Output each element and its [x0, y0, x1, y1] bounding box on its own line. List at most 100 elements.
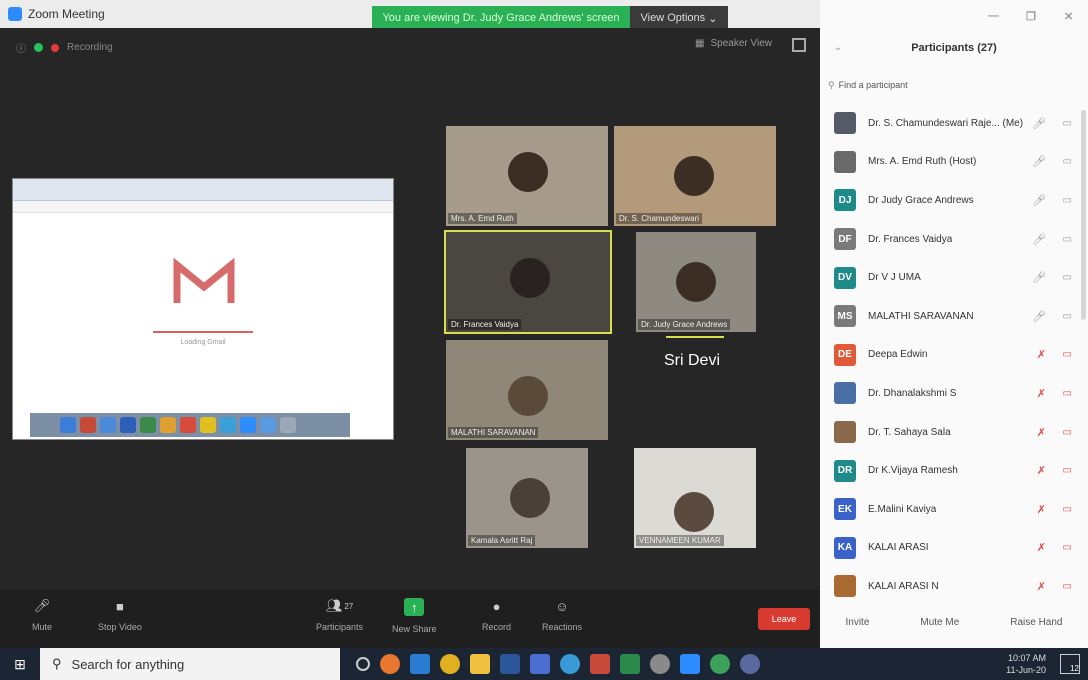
participant-row[interactable]: EK E.Malini Kaviya ✗ ▭	[820, 490, 1088, 529]
participant-video	[676, 262, 716, 302]
participant-row[interactable]: Dr. Dhanalakshmi S ✗ ▭	[820, 374, 1088, 413]
close-icon[interactable]: ✕	[1064, 10, 1073, 23]
screen-share-banner: You are viewing Dr. Judy Grace Andrews' …	[372, 6, 630, 30]
mute-button[interactable]: 🎤︎ Mute	[32, 598, 52, 632]
video-camera-icon: ▭	[1062, 156, 1072, 168]
participant-row[interactable]: DE Deepa Edwin ✗ ▭	[820, 336, 1088, 375]
participant-name: Dr K.Vijaya Ramesh	[868, 465, 958, 477]
participant-row[interactable]: Dr. T. Sahaya Sala ✗ ▭	[820, 413, 1088, 452]
windows-start-icon[interactable]: ⊞	[0, 648, 40, 680]
minimize-icon[interactable]: —	[988, 10, 999, 22]
tile-name: Dr. Frances Vaidya	[448, 319, 522, 330]
participant-row[interactable]: DR Dr K.Vijaya Ramesh ✗ ▭	[820, 451, 1088, 490]
share-screen-button[interactable]: ↑ New Share	[392, 598, 437, 634]
stop-video-button[interactable]: ■ Stop Video	[98, 598, 142, 633]
whatsapp-icon[interactable]	[710, 654, 730, 674]
video-tile[interactable]: VENNAMEEN KUMAR	[634, 448, 756, 548]
photos-icon	[160, 417, 176, 433]
fullscreen-icon[interactable]	[792, 38, 806, 52]
chrome-icon	[200, 417, 216, 433]
participant-row[interactable]: KALAI ARASI N ✗ ▭	[820, 567, 1088, 606]
taskbar-search-placeholder: Search for anything	[71, 656, 185, 672]
tile-name: Mrs. A. Emd Ruth	[448, 213, 517, 224]
tile-name: MALATHI SARAVANAN	[448, 427, 539, 438]
reactions-button[interactable]: ☺ Reactions	[542, 598, 582, 633]
recording-dot-icon	[51, 43, 59, 52]
calculator-icon[interactable]	[530, 654, 550, 674]
video-tile-active-speaker[interactable]: Dr. Frances Vaidya	[444, 230, 612, 334]
media-icon[interactable]	[650, 654, 670, 674]
powerpoint-taskbar-icon[interactable]	[590, 654, 610, 674]
record-button[interactable]: ● Record	[482, 598, 511, 633]
find-participant-field[interactable]: ⚲ Find a participant	[828, 76, 1078, 94]
record-icon: ●	[492, 598, 501, 614]
view-options-button[interactable]: View Options ⌄	[630, 6, 728, 30]
zoom-taskbar-icon[interactable]	[680, 654, 700, 674]
messages-icon	[260, 417, 276, 433]
speaker-view-toggle[interactable]: ▦ Speaker View	[695, 38, 772, 49]
video-tile[interactable]: Mrs. A. Emd Ruth	[446, 126, 608, 226]
invite-button[interactable]: Invite	[845, 617, 869, 628]
participant-row[interactable]: DJ Dr Judy Grace Andrews 🎤︎ ▭	[820, 181, 1088, 220]
leave-button[interactable]: Leave	[758, 608, 810, 630]
participants-button[interactable]: 👥︎ 27 Participants	[316, 598, 363, 632]
system-clock[interactable]: 10:07 AM 11-Jun-20	[1006, 652, 1046, 676]
raise-hand-button[interactable]: Raise Hand	[1010, 617, 1062, 628]
microphone-muted-icon: ✗	[1036, 387, 1046, 400]
participant-row[interactable]: Mrs. A. Emd Ruth (Host) 🎤︎ ▭	[820, 143, 1088, 182]
participant-row[interactable]: KA KALAI ARASI ✗ ▭	[820, 529, 1088, 568]
video-tile[interactable]: Dr. Judy Grace Andrews	[636, 232, 756, 332]
window-title: Zoom Meeting	[28, 7, 105, 21]
excel-icon	[140, 417, 156, 433]
notification-icon[interactable]: 12	[1060, 654, 1080, 674]
microphone-muted-icon: ✗	[1036, 542, 1046, 555]
participant-row[interactable]: DF Dr. Frances Vaidya 🎤︎ ▭	[820, 220, 1088, 259]
shared-screen[interactable]: Loading Gmail	[12, 178, 394, 440]
tile-name: Dr. Judy Grace Andrews	[638, 319, 731, 330]
video-tile[interactable]: Kamala Asritt Raj	[466, 448, 588, 548]
microphone-icon: 🎤︎	[33, 598, 51, 613]
trash-icon	[280, 417, 296, 433]
excel-taskbar-icon[interactable]	[620, 654, 640, 674]
microphone-icon: 🎤︎	[1032, 194, 1046, 207]
meeting-toolbar: 🎤︎ Mute ■ Stop Video 👥︎ 27 Participants ↑…	[0, 590, 820, 648]
restore-icon[interactable]: ❐	[1026, 10, 1036, 23]
participants-panel: — ❐ ✕ ⌄ Participants (27) ⚲ Find a parti…	[820, 0, 1088, 648]
find-participant-placeholder: Find a participant	[838, 80, 908, 90]
globe-icon[interactable]	[560, 654, 580, 674]
video-off-icon: ▭	[1062, 349, 1072, 361]
participant-video	[508, 152, 548, 192]
participant-name: KALAI ARASI N	[868, 580, 939, 592]
view-options-label: View Options	[640, 12, 706, 24]
info-icon[interactable]: ⓘ	[16, 40, 26, 55]
share-screen-label: New Share	[392, 624, 437, 634]
firefox-icon[interactable]	[380, 654, 400, 674]
participant-video	[510, 478, 550, 518]
clock-time: 10:07 AM	[1007, 653, 1046, 663]
taskbar-search[interactable]: ⚲ Search for anything	[40, 648, 340, 680]
avatar: MS	[834, 305, 856, 328]
store-icon[interactable]	[500, 654, 520, 674]
avatar	[834, 382, 856, 405]
zoom-dock-icon	[240, 417, 256, 433]
participant-row[interactable]: DV Dr V J UMA 🎤︎ ▭	[820, 258, 1088, 297]
safari-icon	[100, 417, 116, 433]
video-tile[interactable]: Dr. S. Chamundeswari	[614, 126, 776, 226]
cortana-icon[interactable]	[356, 657, 370, 671]
participant-video	[674, 156, 714, 196]
participant-row[interactable]: Dr. S. Chamundeswari Raje... (Me) 🎤︎ ▭	[820, 104, 1088, 143]
chrome-alt-icon[interactable]	[740, 654, 760, 674]
speaking-indicator	[666, 336, 724, 338]
edge-icon[interactable]	[410, 654, 430, 674]
file-explorer-icon[interactable]	[470, 654, 490, 674]
mac-dock	[30, 413, 350, 437]
video-tile[interactable]: MALATHI SARAVANAN	[446, 340, 608, 440]
clock-date: 11-Jun-20	[1006, 665, 1046, 675]
mute-me-button[interactable]: Mute Me	[920, 617, 959, 628]
participants-label: Participants	[316, 622, 364, 632]
encryption-shield-icon[interactable]	[34, 43, 43, 52]
participant-row[interactable]: MS MALATHI SARAVANAN 🎤︎ ▭	[820, 297, 1088, 336]
chrome-taskbar-icon[interactable]	[440, 654, 460, 674]
avatar: KA	[834, 536, 856, 559]
video-off-icon: ▭	[1062, 503, 1072, 515]
